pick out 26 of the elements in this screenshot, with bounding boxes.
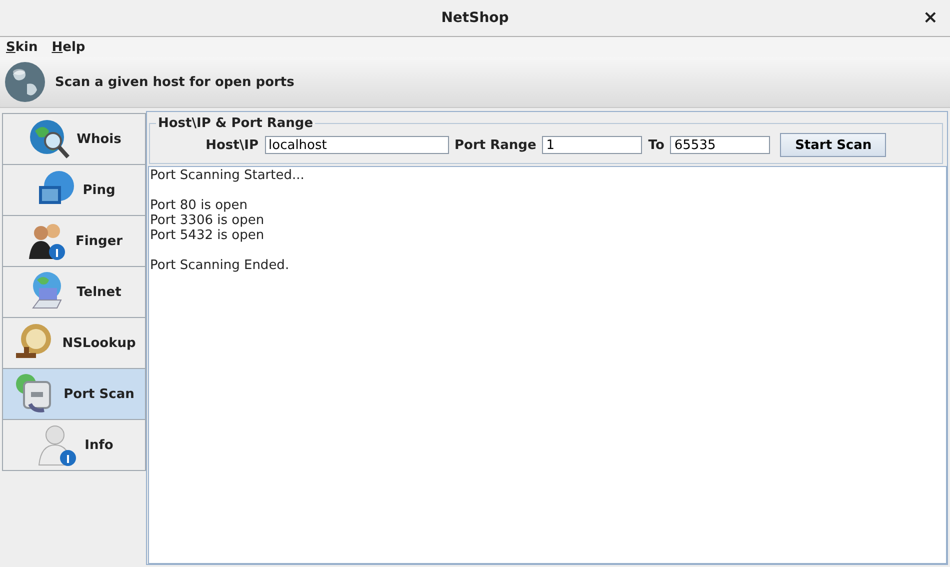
sidebar-tab[interactable]: Whois (2, 113, 146, 164)
sidebar-tab[interactable]: Telnet (2, 266, 146, 317)
output-line: Port 80 is open (150, 198, 249, 213)
output-line: Port Scanning Started... (150, 168, 306, 183)
sidebar-tab[interactable]: Ping (2, 164, 146, 215)
host-field[interactable]: localhost (264, 136, 449, 154)
start-scan-button[interactable]: Start Scan (780, 133, 886, 157)
menu-item[interactable]: Skin (6, 40, 38, 54)
sidebar-tab[interactable]: Finger (2, 215, 146, 266)
group-title: Host\IP & Port Range (157, 116, 314, 131)
sidebar-tab[interactable]: Port Scan (2, 368, 146, 419)
port-to-field[interactable]: 65535 (670, 136, 770, 154)
sidebar-tab[interactable]: NSLookup (2, 317, 146, 368)
output-line: Port Scanning Ended. (150, 258, 290, 273)
header-text: Scan a given host for open ports (55, 74, 294, 90)
port-range-label: Port Range (454, 138, 536, 152)
sidebar-tab[interactable]: Info (2, 419, 146, 471)
globe-icon (3, 60, 47, 104)
close-button[interactable]: × (916, 6, 944, 29)
port-from-field[interactable]: 1 (542, 136, 642, 154)
host-label: Host\IP (206, 138, 259, 152)
output-line: Port 5432 is open (150, 228, 266, 243)
window-title: NetShop (441, 10, 509, 26)
output-line: Port 3306 is open (150, 213, 266, 228)
to-label: To (648, 138, 664, 152)
menu-item[interactable]: Help (52, 40, 86, 54)
